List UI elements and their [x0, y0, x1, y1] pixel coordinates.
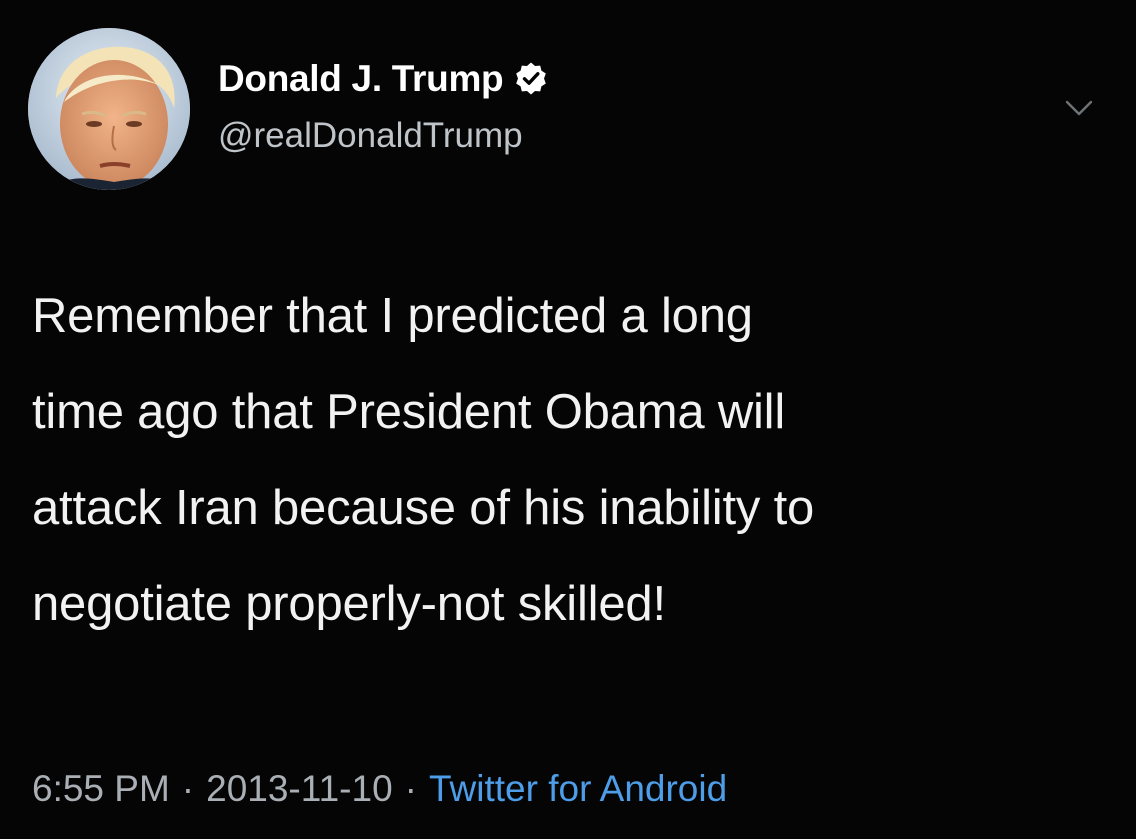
meta-separator: · — [404, 768, 417, 809]
tweet-text: Remember that I predicted a long time ag… — [32, 268, 1112, 652]
tweet-text-line: time ago that President Obama will — [32, 385, 786, 439]
tweet-text-line: negotiate properly-not skilled! — [32, 577, 666, 631]
meta-separator: · — [181, 768, 195, 809]
avatar[interactable] — [28, 28, 190, 190]
tweet-text-line: Remember that I predicted a long — [32, 289, 753, 343]
name-row: Donald J. Trump — [218, 56, 549, 102]
tweet-time[interactable]: 6:55 PM — [32, 768, 170, 809]
tweet-date[interactable]: 2013-11-10 — [206, 768, 393, 809]
tweet-card: Donald J. Trump @realDonaldTrump Remembe… — [0, 0, 1136, 839]
tweet-meta: 6:55 PM · 2013-11-10 · Twitter for Android — [32, 768, 727, 810]
avatar-image — [28, 28, 190, 190]
tweet-text-line: attack Iran because of his inability to — [32, 481, 815, 535]
user-handle[interactable]: @realDonaldTrump — [218, 116, 523, 156]
tweet-header: Donald J. Trump @realDonaldTrump — [28, 28, 1108, 192]
tweet-source-link[interactable]: Twitter for Android — [429, 768, 727, 809]
display-name[interactable]: Donald J. Trump — [218, 58, 504, 100]
chevron-down-icon[interactable] — [1062, 90, 1096, 124]
verified-badge-icon — [513, 61, 549, 97]
